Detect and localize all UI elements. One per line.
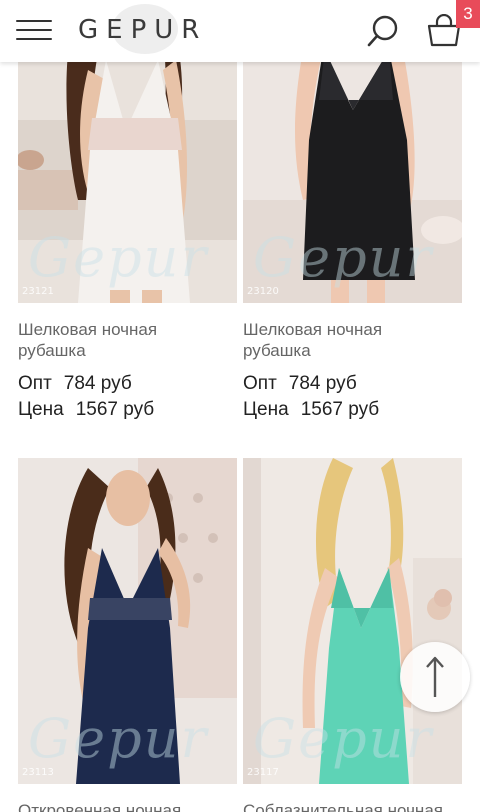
price-label: Цена bbox=[243, 399, 289, 420]
product-image[interactable]: Gepur 23113 bbox=[18, 458, 237, 784]
product-name[interactable]: Откровенная ночная bbox=[18, 800, 238, 812]
product-name-line: Шелковая ночная bbox=[18, 320, 158, 339]
product-name-line: Шелковая ночная bbox=[243, 320, 383, 339]
price-value: 1567 руб bbox=[300, 399, 380, 420]
product-name-line: рубашка bbox=[18, 341, 86, 360]
price-value: 1567 руб bbox=[75, 399, 155, 420]
wholesale-value: 784 руб bbox=[288, 373, 357, 394]
product-name[interactable]: Шелковая ночная рубашка bbox=[18, 319, 238, 361]
top-bar: GEPUR 3 bbox=[0, 0, 480, 62]
cart-count-badge: 3 bbox=[456, 0, 480, 28]
menu-button[interactable] bbox=[16, 18, 52, 42]
product-sku: 23120 bbox=[247, 286, 279, 297]
product-sku: 23113 bbox=[22, 767, 54, 778]
product-name[interactable]: Шелковая ночная рубашка bbox=[243, 319, 463, 361]
watermark: Gepur bbox=[253, 226, 434, 289]
product-name[interactable]: Соблазнительная ночная bbox=[243, 800, 463, 812]
wholesale-value: 784 руб bbox=[63, 373, 132, 394]
wholesale-label: Опт bbox=[243, 373, 277, 394]
product-name-line: Откровенная ночная bbox=[18, 801, 182, 812]
product-image[interactable]: Gepur 23117 bbox=[243, 458, 462, 784]
price-label: Цена bbox=[18, 399, 64, 420]
retail-price: Цена 1567 руб bbox=[243, 397, 463, 423]
product-name-line: Соблазнительная ночная bbox=[243, 801, 443, 812]
retail-price: Цена 1567 руб bbox=[18, 397, 238, 423]
hamburger-line bbox=[16, 29, 52, 31]
search-icon bbox=[367, 15, 398, 47]
search-button[interactable] bbox=[366, 14, 400, 48]
wholesale-price: Опт 784 руб bbox=[18, 371, 238, 397]
watermark: Gepur bbox=[28, 226, 209, 289]
product-card[interactable]: Gepur 23121 Шелковая ночная рубашка Опт 7… bbox=[18, 0, 238, 423]
arrow-up-icon bbox=[426, 656, 444, 697]
logo[interactable]: GEPUR bbox=[78, 14, 207, 46]
hamburger-line bbox=[16, 38, 52, 40]
watermark: Gepur bbox=[28, 707, 209, 770]
wholesale-label: Опт bbox=[18, 373, 52, 394]
product-sku: 23121 bbox=[22, 286, 54, 297]
product-name-line: рубашка bbox=[243, 341, 311, 360]
scroll-to-top-button[interactable] bbox=[400, 642, 470, 712]
product-card[interactable]: Gepur 23120 Шелковая ночная рубашка Опт 7… bbox=[243, 0, 463, 423]
hamburger-line bbox=[16, 20, 52, 22]
wholesale-price: Опт 784 руб bbox=[243, 371, 463, 397]
watermark: Gepur bbox=[253, 707, 434, 770]
product-sku: 23117 bbox=[247, 767, 279, 778]
product-card[interactable]: Gepur 23113 Откровенная ночная bbox=[18, 458, 238, 812]
product-card[interactable]: Gepur 23117 Соблазнительная ночная bbox=[243, 458, 463, 812]
